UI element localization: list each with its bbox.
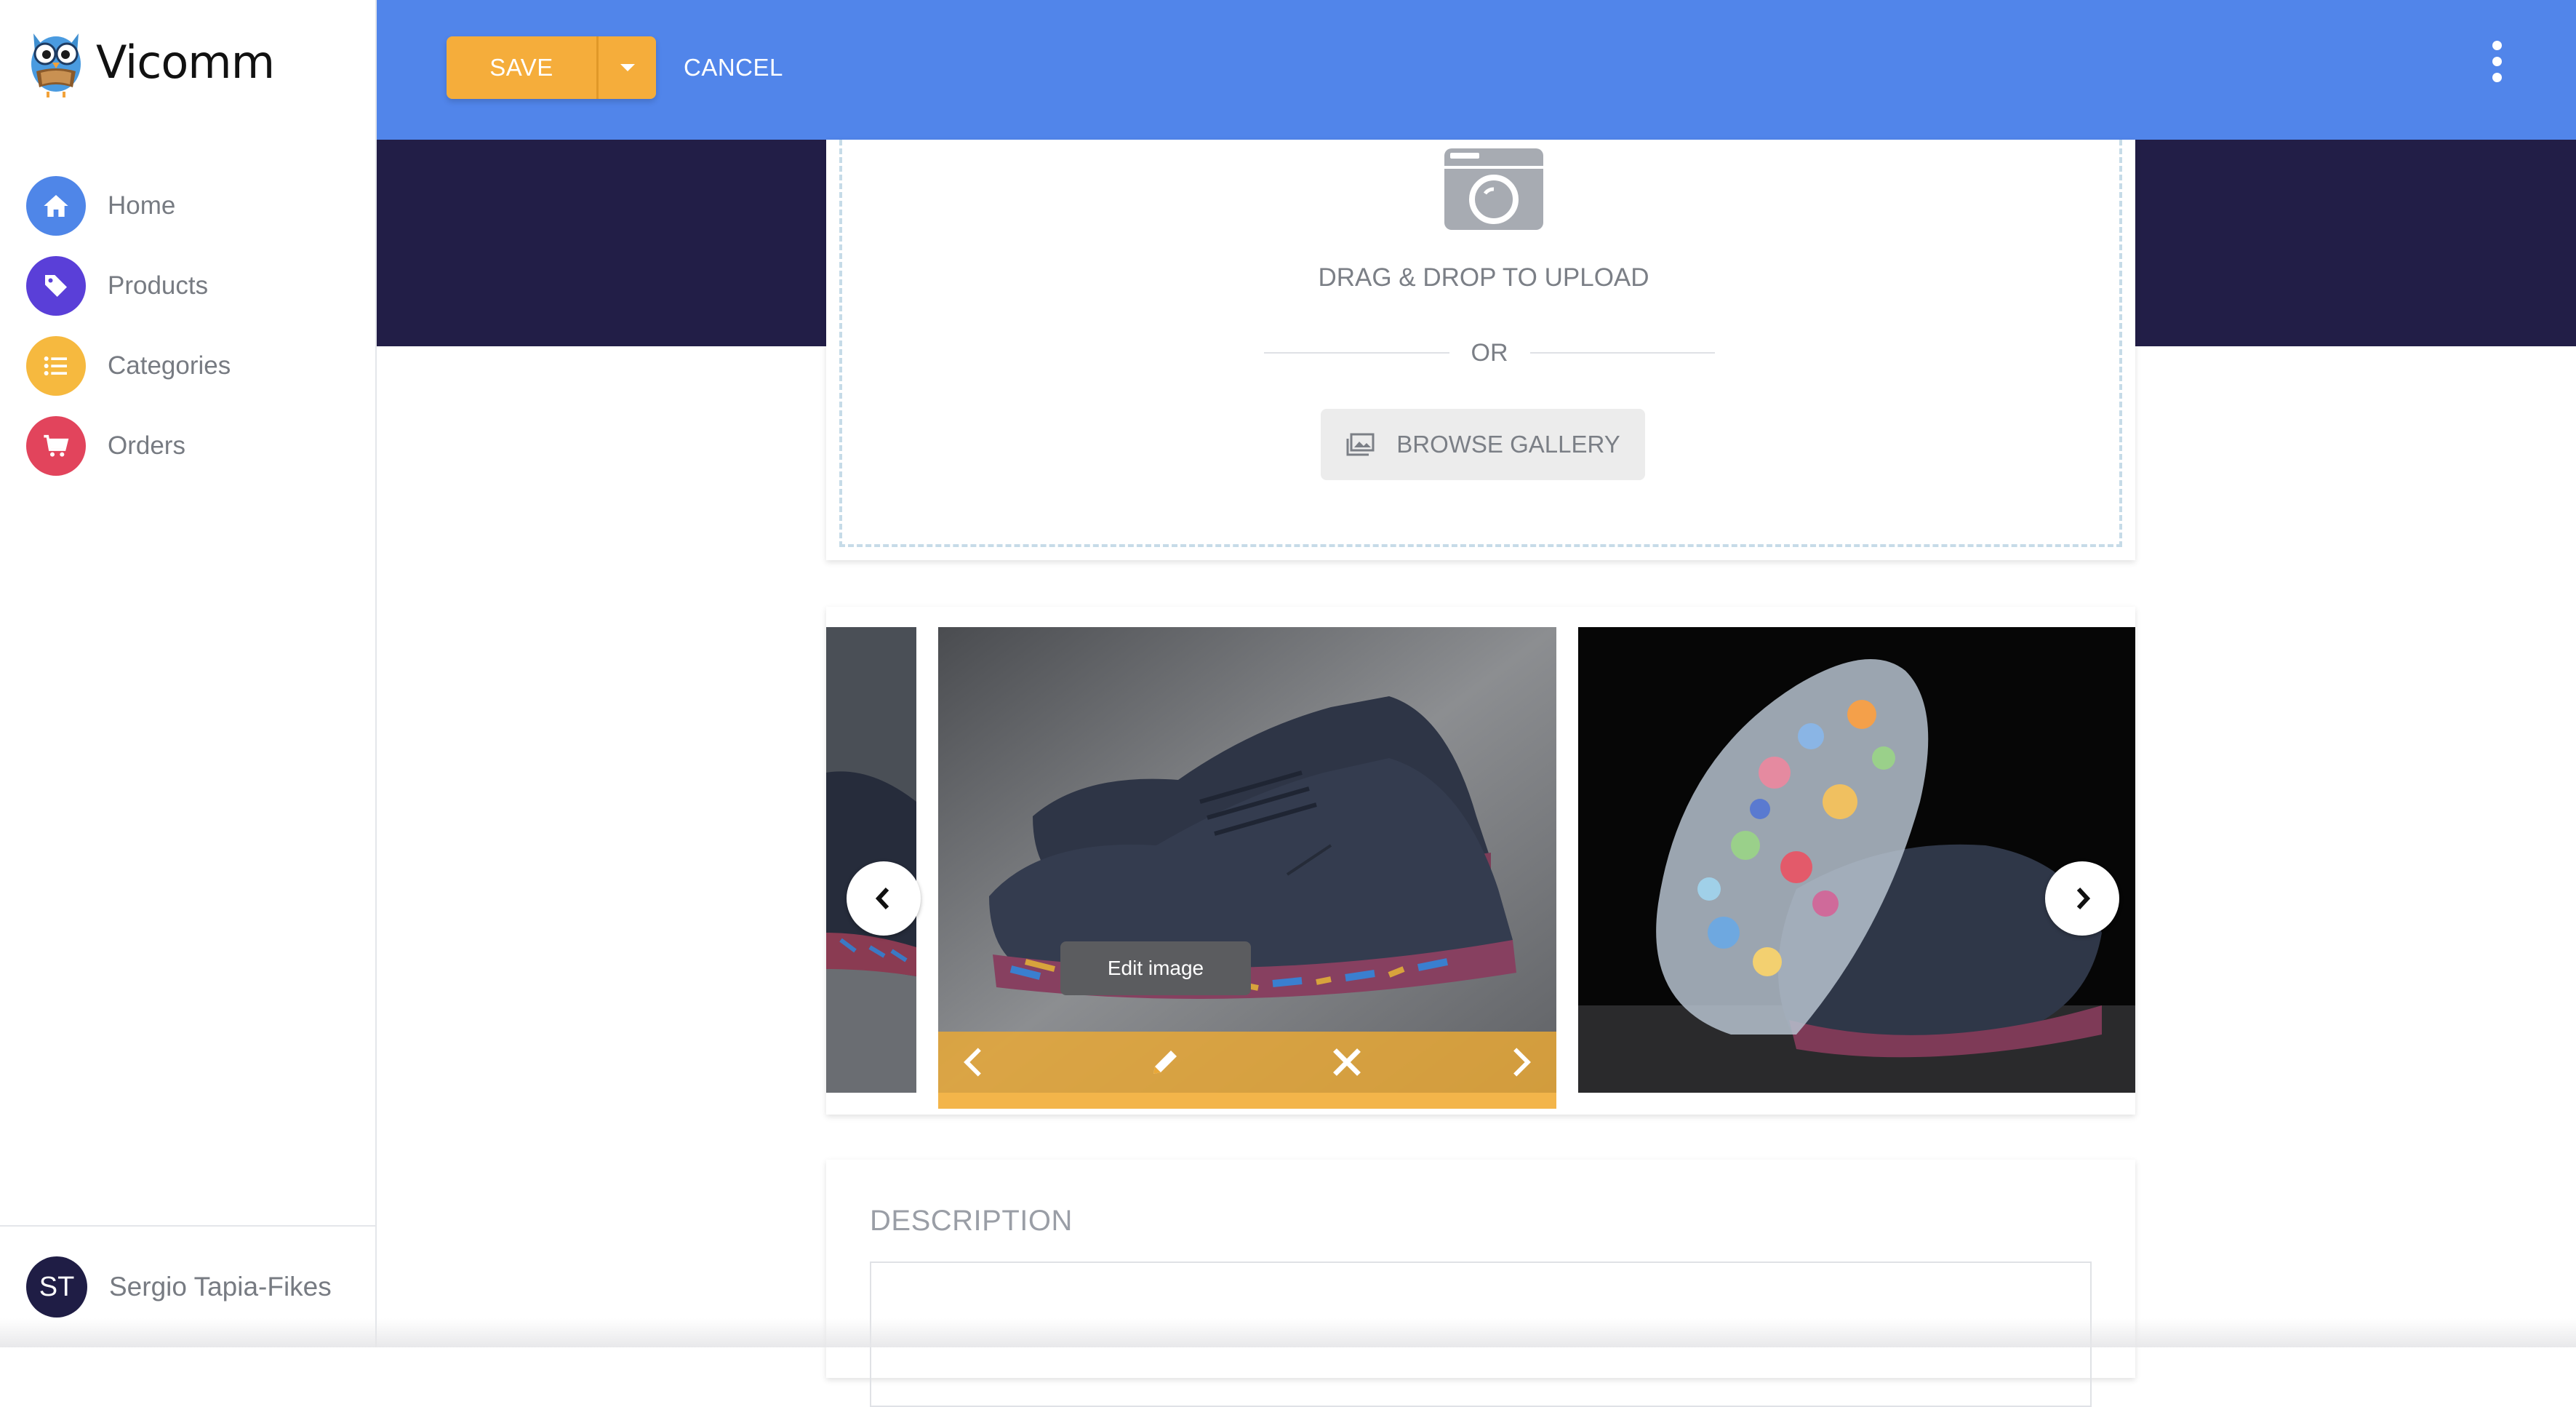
sidebar-item-label: Home [108,191,176,220]
save-button[interactable]: SAVE [447,36,596,99]
caret-down-icon [620,64,635,71]
sidebar-item-home[interactable]: Home [26,166,231,246]
upload-dropzone[interactable]: DRAG & DROP TO UPLOAD OR BROWSE GALLERY [839,140,2122,547]
selected-image-indicator [938,1093,1556,1109]
edit-pencil-icon[interactable] [1149,1046,1181,1078]
carousel-image-selected[interactable]: Edit image [938,627,1556,1093]
sidebar-item-products[interactable]: Products [26,246,231,326]
sidebar: Vicomm Home Products Categories Orders S… [0,0,377,1347]
more-options-icon[interactable] [2486,41,2508,93]
list-icon [26,336,86,396]
move-left-icon[interactable] [957,1046,989,1078]
image-action-bar [938,1032,1556,1093]
gallery-icon [1346,433,1375,456]
app-logo[interactable]: Vicomm [26,23,275,100]
tag-icon [26,256,86,316]
sidebar-item-label: Products [108,271,209,300]
sidebar-nav: Home Products Categories Orders [26,166,231,486]
top-toolbar: SAVE CANCEL [377,0,2576,140]
sidebar-item-label: Orders [108,431,185,460]
bottom-shadow [0,1318,2576,1347]
edit-image-tooltip: Edit image [1060,941,1251,995]
description-label: DESCRIPTION [870,1205,1073,1237]
carousel-prev-button[interactable] [847,861,921,936]
cart-icon [26,416,86,476]
cancel-button[interactable]: CANCEL [684,36,783,99]
owl-logo-icon [31,33,81,97]
remove-image-icon[interactable] [1331,1046,1363,1078]
sidebar-item-orders[interactable]: Orders [26,406,231,486]
image-carousel-card: Edit image [826,607,2135,1115]
carousel-image-previous[interactable] [826,627,916,1093]
app-name: Vicomm [96,35,275,89]
image-upload-card: DRAG & DROP TO UPLOAD OR BROWSE GALLERY [826,140,2135,560]
save-options-dropdown[interactable] [596,36,656,99]
chevron-left-icon [875,887,889,910]
camera-icon [1444,148,1543,230]
sidebar-item-categories[interactable]: Categories [26,326,231,406]
browse-gallery-button[interactable]: BROWSE GALLERY [1321,409,1645,480]
user-name: Sergio Tapia-Fikes [109,1272,332,1302]
sidebar-item-label: Categories [108,351,231,380]
or-text: OR [1471,338,1508,367]
browse-gallery-label: BROWSE GALLERY [1396,431,1620,458]
drag-drop-text: DRAG & DROP TO UPLOAD [1318,263,1649,292]
move-right-icon[interactable] [1505,1046,1537,1078]
or-divider: OR [1264,335,1715,371]
save-button-group: SAVE [447,36,656,99]
carousel-next-button[interactable] [2045,861,2119,936]
carousel-image-next[interactable] [1578,627,2135,1093]
chevron-right-icon [2076,887,2091,910]
avatar: ST [26,1256,87,1318]
home-icon [26,176,86,236]
